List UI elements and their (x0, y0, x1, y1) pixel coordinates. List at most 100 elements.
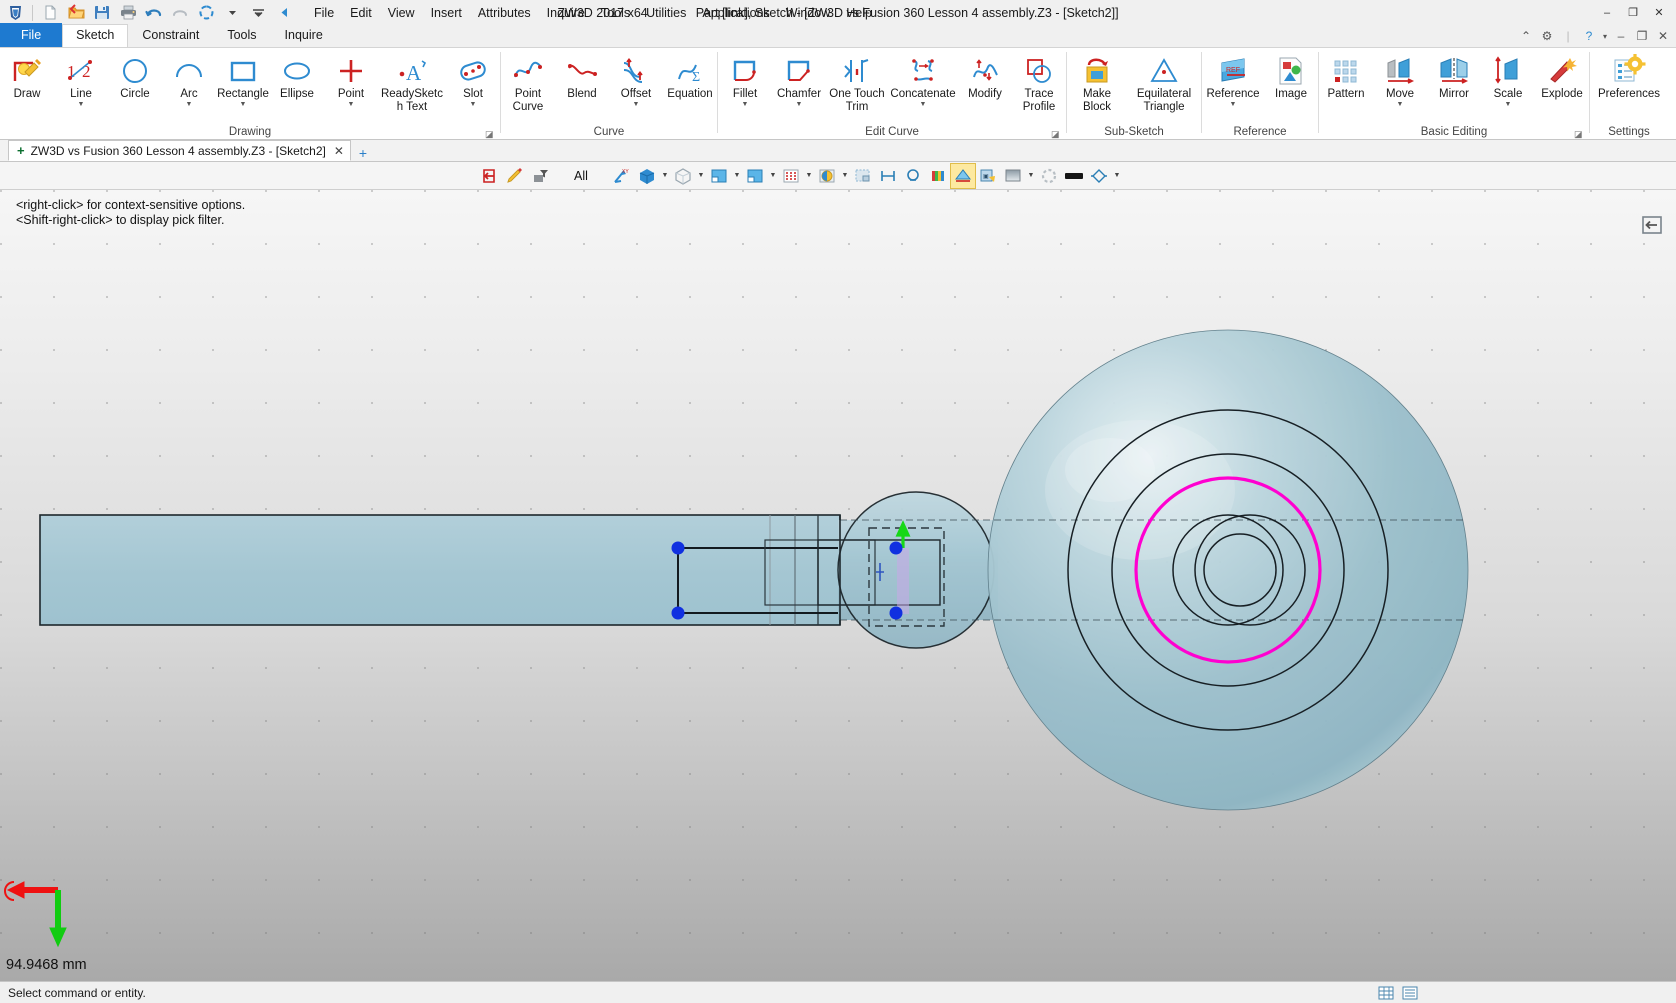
wireframe-mode-dropdown-icon[interactable]: ▼ (696, 164, 706, 188)
line-button[interactable]: 12 Line ▼ (54, 52, 108, 109)
datum-csys-icon[interactable]: XY (610, 164, 634, 188)
trace-profile-button[interactable]: Trace Profile (1012, 52, 1066, 114)
shade-mode-dropdown-icon[interactable]: ▼ (660, 164, 670, 188)
sketch-plane-icon[interactable] (951, 164, 975, 188)
point-button[interactable]: Point ▼ (324, 52, 378, 109)
close-button[interactable]: ✕ (1646, 2, 1672, 24)
scale-button[interactable]: Scale ▼ (1481, 52, 1535, 109)
equilateral-triangle-button[interactable]: Equilateral Triangle (1127, 52, 1201, 114)
print-icon[interactable] (116, 2, 140, 24)
shape-mode-icon[interactable] (1087, 164, 1111, 188)
wireframe-mode-icon[interactable] (671, 164, 695, 188)
reference-dropdown-icon[interactable]: ▼ (1230, 101, 1237, 109)
menu-attributes[interactable]: Attributes (470, 2, 539, 24)
restore-button[interactable]: ❐ (1620, 2, 1646, 24)
menu-help[interactable]: Help (838, 2, 880, 24)
constraint-icon[interactable] (901, 164, 925, 188)
ribbon-close-icon[interactable]: ✕ (1653, 27, 1673, 45)
scale-dropdown-icon[interactable]: ▼ (1505, 101, 1512, 109)
draw-button[interactable]: Draw (0, 52, 54, 101)
ready-sketch-text-button[interactable]: A ReadySketch Text (378, 52, 446, 114)
visual-style-icon[interactable] (815, 164, 839, 188)
drawing-dialog-launcher-icon[interactable]: ◪ (485, 129, 496, 140)
quick-access-more-icon[interactable] (220, 2, 244, 24)
explode-button[interactable]: Explode (1535, 52, 1589, 101)
menu-file[interactable]: File (306, 2, 342, 24)
new-file-icon[interactable] (38, 2, 62, 24)
ribbon-help-arrow-icon[interactable]: ▾ (1600, 27, 1610, 45)
app-logo-icon[interactable] (3, 2, 27, 24)
redo-icon[interactable] (168, 2, 192, 24)
slot-dropdown-icon[interactable]: ▼ (470, 101, 477, 109)
modify-button[interactable]: Modify (958, 52, 1012, 101)
chamfer-dropdown-icon[interactable]: ▼ (796, 101, 803, 109)
offset-button[interactable]: Offset ▼ (609, 52, 663, 109)
document-tab-close-icon[interactable]: ✕ (334, 144, 344, 158)
menu-inquire[interactable]: Inquire (539, 2, 593, 24)
standard-view-dropdown-icon[interactable]: ▼ (732, 164, 742, 188)
menu-tools[interactable]: Tools (593, 2, 638, 24)
view-orientation-dropdown-icon[interactable]: ▼ (768, 164, 778, 188)
new-document-tab-button[interactable]: + (351, 145, 375, 161)
move-dropdown-icon[interactable]: ▼ (1397, 101, 1404, 109)
shade-mode-icon[interactable] (635, 164, 659, 188)
point-curve-button[interactable]: Point Curve (501, 52, 555, 114)
color-bar-icon[interactable] (926, 164, 950, 188)
ribbon-minimize-icon[interactable]: – (1611, 27, 1631, 45)
line-dropdown-icon[interactable]: ▼ (78, 101, 85, 109)
slot-button[interactable]: Slot ▼ (446, 52, 500, 109)
tab-constraint[interactable]: Constraint (128, 24, 213, 47)
equation-button[interactable]: Σ Equation (663, 52, 717, 101)
black-bar-icon[interactable] (1062, 164, 1086, 188)
make-block-button[interactable]: Make Block (1067, 52, 1127, 114)
grid-snap-icon[interactable] (779, 164, 803, 188)
regen-icon[interactable] (194, 2, 218, 24)
tab-file[interactable]: File (0, 23, 62, 47)
fillet-dropdown-icon[interactable]: ▼ (742, 101, 749, 109)
concatenate-dropdown-icon[interactable]: ▼ (920, 101, 927, 109)
arc-dropdown-icon[interactable]: ▼ (186, 101, 193, 109)
menu-utilities[interactable]: Utilities (638, 2, 694, 24)
image-button[interactable]: Image (1264, 52, 1318, 101)
move-button[interactable]: Move ▼ (1373, 52, 1427, 109)
filter-icon[interactable] (528, 164, 552, 188)
blend-button[interactable]: Blend (555, 52, 609, 101)
tab-inquire[interactable]: Inquire (271, 24, 337, 47)
tab-sketch[interactable]: Sketch (62, 24, 128, 47)
ribbon-settings-icon[interactable]: ⚙ (1537, 27, 1557, 45)
status-grid-icon[interactable] (1376, 984, 1396, 1002)
graphics-viewport[interactable]: <right-click> for context-sensitive opti… (0, 190, 1676, 981)
offset-dropdown-icon[interactable]: ▼ (633, 101, 640, 109)
open-file-icon[interactable] (64, 2, 88, 24)
dimension-icon[interactable] (876, 164, 900, 188)
circle-button[interactable]: Circle (108, 52, 162, 101)
document-tab-sketch2[interactable]: + ZW3D vs Fusion 360 Lesson 4 assembly.Z… (8, 140, 351, 161)
entity-filter-label[interactable]: All (568, 169, 594, 183)
ribbon-restore-icon[interactable]: ❐ (1632, 27, 1652, 45)
tab-tools[interactable]: Tools (213, 24, 270, 47)
background-dropdown-icon[interactable]: ▼ (1026, 164, 1036, 188)
view-orientation-icon[interactable] (743, 164, 767, 188)
zoom-window-icon[interactable] (851, 164, 875, 188)
standard-view-icon[interactable] (707, 164, 731, 188)
edit-curve-dialog-launcher-icon[interactable]: ◪ (1051, 129, 1062, 140)
point-dropdown-icon[interactable]: ▼ (348, 101, 355, 109)
rectangle-button[interactable]: Rectangle ▼ (216, 52, 270, 109)
one-touch-trim-button[interactable]: One Touch Trim (826, 52, 888, 114)
background-icon[interactable] (1001, 164, 1025, 188)
rectangle-dropdown-icon[interactable]: ▼ (240, 101, 247, 109)
status-list-icon[interactable] (1400, 984, 1420, 1002)
basic-editing-dialog-launcher-icon[interactable]: ◪ (1574, 129, 1585, 140)
visual-style-dropdown-icon[interactable]: ▼ (840, 164, 850, 188)
ribbon-dropdown-icon[interactable] (246, 2, 270, 24)
arc-button[interactable]: Arc ▼ (162, 52, 216, 109)
reference-button[interactable]: REF Reference ▼ (1202, 52, 1264, 109)
menu-view[interactable]: View (380, 2, 423, 24)
menu-window[interactable]: Window (778, 2, 838, 24)
grid-snap-dropdown-icon[interactable]: ▼ (804, 164, 814, 188)
concatenate-button[interactable]: Concatenate ▼ (888, 52, 958, 109)
menu-edit[interactable]: Edit (342, 2, 380, 24)
ellipse-button[interactable]: Ellipse (270, 52, 324, 101)
shape-mode-dropdown-icon[interactable]: ▼ (1112, 164, 1122, 188)
collapse-ribbon-icon[interactable] (272, 2, 296, 24)
